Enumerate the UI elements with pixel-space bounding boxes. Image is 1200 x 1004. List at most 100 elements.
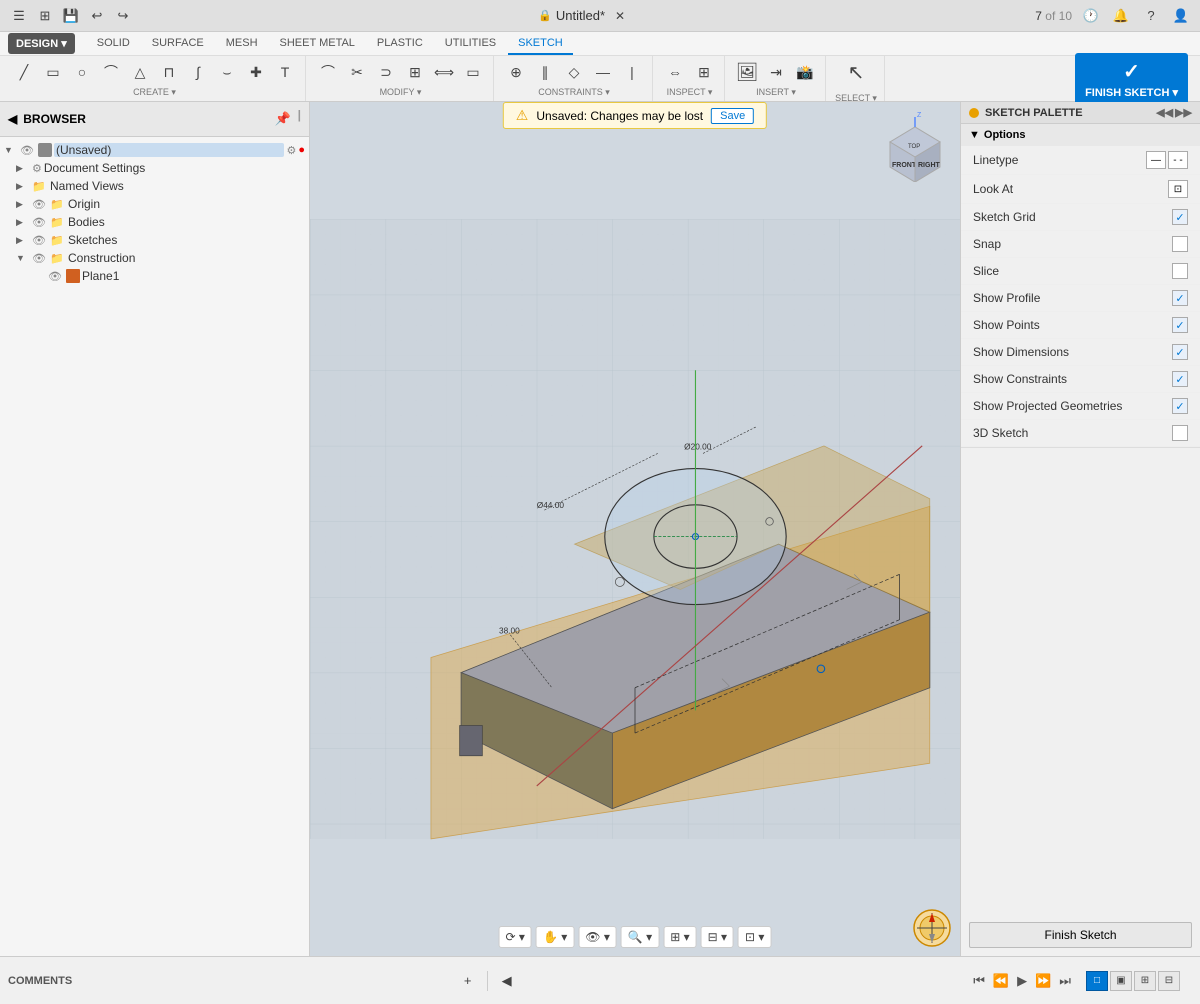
dim-tool[interactable]: ◇: [560, 59, 588, 85]
viewport[interactable]: Ø44.00 Ø20.00 38.00: [310, 102, 960, 956]
tree-gear-unsaved[interactable]: ⚙: [286, 144, 296, 157]
linetype-dashed-icon[interactable]: - -: [1168, 151, 1188, 169]
comments-expand-icon[interactable]: +: [457, 970, 479, 992]
tab-sheet-metal[interactable]: SHEET METAL: [270, 33, 365, 55]
spline-tool[interactable]: ∫: [184, 59, 212, 85]
view-cube[interactable]: FRONT RIGHT TOP Z: [880, 112, 950, 182]
coincident-tool[interactable]: ⊕: [502, 59, 530, 85]
text-tool[interactable]: T: [271, 59, 299, 85]
grid-icon[interactable]: ⊞: [34, 5, 56, 27]
finish-sketch-palette-button[interactable]: Finish Sketch: [969, 922, 1192, 948]
insert-image-tool[interactable]: 🖼: [733, 59, 761, 85]
linetype-solid-icon[interactable]: —: [1146, 151, 1166, 169]
tab-sketch[interactable]: SKETCH: [508, 33, 573, 55]
point-tool[interactable]: ✚: [242, 59, 270, 85]
comments-collapse-icon[interactable]: ◀: [496, 970, 518, 992]
tree-item-sketches[interactable]: ▶ 👁 📁 Sketches: [0, 231, 309, 249]
options-section-header[interactable]: ▼ Options: [961, 124, 1200, 146]
scale-tool[interactable]: ⟺: [430, 59, 458, 85]
save-button[interactable]: Save: [711, 108, 754, 124]
step-back-button[interactable]: ⏪: [990, 971, 1012, 991]
line-tool[interactable]: ╱: [10, 59, 38, 85]
view-mode-1[interactable]: □: [1086, 971, 1108, 991]
close-icon[interactable]: ✕: [609, 5, 631, 27]
tree-item-doc-settings[interactable]: ▶ ⚙ Document Settings: [0, 159, 309, 177]
show-constraints-checkbox[interactable]: ✓: [1172, 371, 1188, 387]
notification-icon[interactable]: 🔔: [1110, 5, 1132, 27]
snap-checkbox[interactable]: [1172, 236, 1188, 252]
measure-tool[interactable]: ⇔: [661, 59, 689, 85]
tree-vis-unsaved[interactable]: 👁: [20, 144, 36, 157]
compass[interactable]: [912, 908, 952, 948]
user-icon[interactable]: 👤: [1170, 5, 1192, 27]
orbit-tool[interactable]: ⟳ ▾: [499, 926, 532, 948]
rect-tool[interactable]: ▭: [39, 59, 67, 85]
finish-sketch-button[interactable]: ✓ FINISH SKETCH ▾: [1075, 53, 1188, 105]
tree-vis-construction[interactable]: 👁: [32, 252, 48, 265]
show-dimensions-checkbox[interactable]: ✓: [1172, 344, 1188, 360]
tree-vis-bodies[interactable]: 👁: [32, 216, 48, 229]
view-mode-4[interactable]: ⊟: [1158, 971, 1180, 991]
tab-mesh[interactable]: MESH: [216, 33, 268, 55]
tree-item-origin[interactable]: ▶ 👁 📁 Origin: [0, 195, 309, 213]
palette-prev-icon[interactable]: ◀◀: [1156, 106, 1173, 119]
sidebar-pin-icon[interactable]: 📌: [272, 108, 294, 130]
undo-icon[interactable]: ↩: [86, 5, 108, 27]
save-icon[interactable]: 💾: [60, 5, 82, 27]
view-options[interactable]: ⊡ ▾: [738, 926, 771, 948]
look-tool[interactable]: 👁 ▾: [578, 926, 617, 948]
insert-proj-tool[interactable]: 📸: [791, 59, 819, 85]
show-profile-checkbox[interactable]: ✓: [1172, 290, 1188, 306]
polygon-tool[interactable]: △: [126, 59, 154, 85]
fillet-tool[interactable]: ⌒: [314, 59, 342, 85]
slot-tool[interactable]: ⊓: [155, 59, 183, 85]
horiz-tool[interactable]: —: [589, 59, 617, 85]
tree-vis-origin[interactable]: 👁: [32, 198, 48, 211]
display-mode-tool[interactable]: ⊞ ▾: [663, 926, 696, 948]
step-forward-button[interactable]: ⏩: [1032, 971, 1054, 991]
3d-sketch-checkbox[interactable]: [1172, 425, 1188, 441]
clock-icon[interactable]: 🕐: [1080, 5, 1102, 27]
show-projected-checkbox[interactable]: ✓: [1172, 398, 1188, 414]
zoom-tool[interactable]: 🔍 ▾: [621, 926, 659, 948]
insert-dxf-tool[interactable]: ⇥: [762, 59, 790, 85]
select-tool[interactable]: ↖: [834, 53, 878, 91]
step-first-button[interactable]: ⏮: [970, 971, 988, 991]
view-mode-3[interactable]: ⊞: [1134, 971, 1156, 991]
extend-tool[interactable]: ⊃: [372, 59, 400, 85]
conic-tool[interactable]: ⌣: [213, 59, 241, 85]
trim-tool[interactable]: ✂: [343, 59, 371, 85]
tree-vis-sketches[interactable]: 👁: [32, 234, 48, 247]
help-icon[interactable]: ?: [1140, 5, 1162, 27]
arc-tool[interactable]: ⌒: [97, 59, 125, 85]
tree-item-named-views[interactable]: ▶ 📁 Named Views: [0, 177, 309, 195]
sketch-grid-checkbox[interactable]: ✓: [1172, 209, 1188, 225]
tab-solid[interactable]: SOLID: [87, 33, 140, 55]
pan-tool[interactable]: ✋ ▾: [536, 926, 574, 948]
tree-item-plane1[interactable]: 👁 Plane1: [0, 267, 309, 285]
menu-icon[interactable]: ☰: [8, 5, 30, 27]
view-mode-2[interactable]: ▣: [1110, 971, 1132, 991]
tree-item-construction[interactable]: ▼ 👁 📁 Construction: [0, 249, 309, 267]
slice-checkbox[interactable]: [1172, 263, 1188, 279]
circle-tool[interactable]: ○: [68, 59, 96, 85]
design-button[interactable]: DESIGN ▾: [8, 33, 75, 54]
vert-tool[interactable]: |: [618, 59, 646, 85]
tree-vis-plane1[interactable]: 👁: [48, 270, 64, 283]
break-tool[interactable]: ⊞: [401, 59, 429, 85]
look-at-icon[interactable]: ⊡: [1168, 180, 1188, 198]
tab-plastic[interactable]: PLASTIC: [367, 33, 433, 55]
sidebar-collapse-icon[interactable]: ◀: [8, 112, 17, 126]
tree-item-bodies[interactable]: ▶ 👁 📁 Bodies: [0, 213, 309, 231]
tree-record-icon[interactable]: ●: [298, 144, 305, 156]
tab-utilities[interactable]: UTILITIES: [435, 33, 506, 55]
redo-icon[interactable]: ↪: [112, 5, 134, 27]
inspect-tool[interactable]: ⊞: [690, 59, 718, 85]
tree-item-unsaved[interactable]: ▼ 👁 (Unsaved) ⚙ ●: [0, 141, 309, 159]
tab-surface[interactable]: SURFACE: [142, 33, 214, 55]
collinear-tool[interactable]: ∥: [531, 59, 559, 85]
offset-tool[interactable]: ▭: [459, 59, 487, 85]
palette-next-icon[interactable]: ▶▶: [1175, 106, 1192, 119]
tree-gear-doc[interactable]: ⚙: [32, 162, 42, 175]
grid-toggle[interactable]: ⊟ ▾: [701, 926, 734, 948]
